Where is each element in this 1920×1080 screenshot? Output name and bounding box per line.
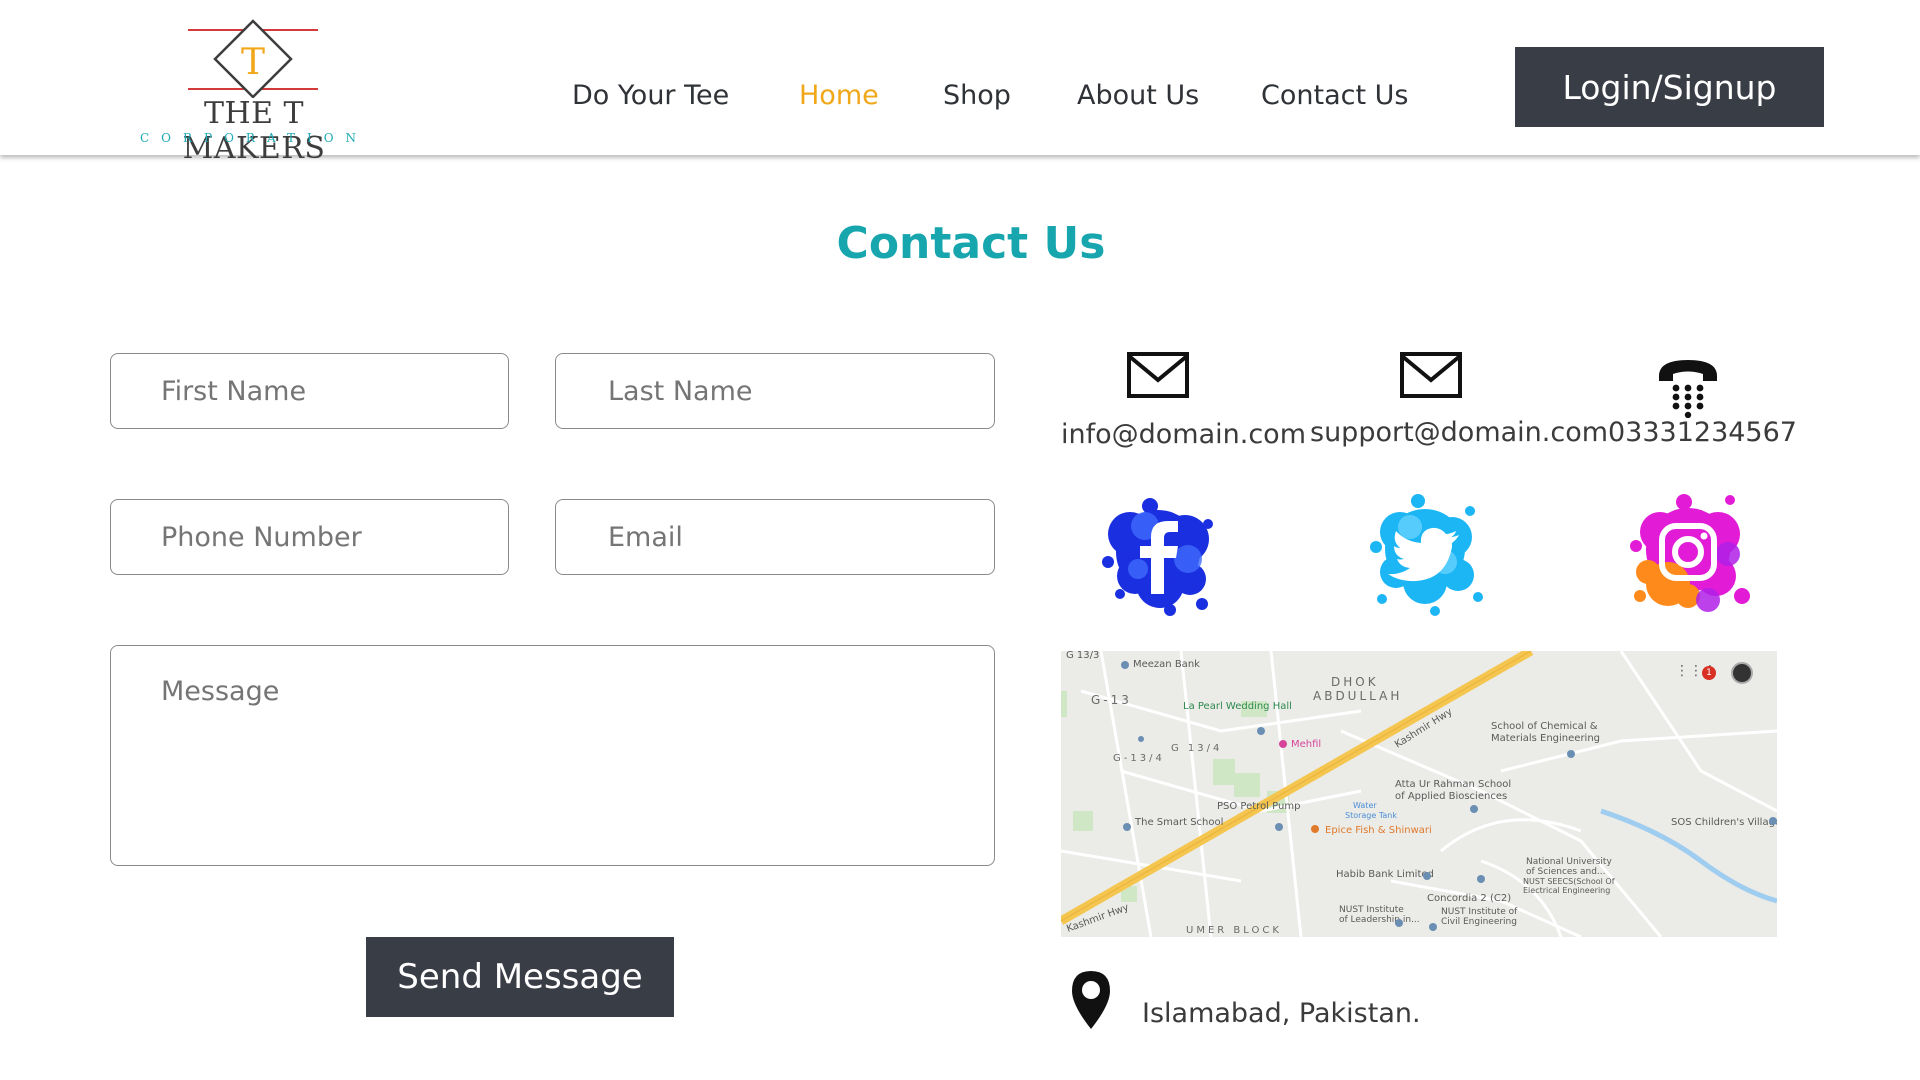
notification-badge[interactable]: 1: [1702, 666, 1716, 680]
address-text: Islamabad, Pakistan.: [1142, 998, 1421, 1029]
logo-diamond-icon: T: [188, 19, 318, 98]
phone-number-field[interactable]: Phone Number: [110, 499, 509, 575]
instagram-icon[interactable]: [1618, 484, 1760, 624]
brand-tagline: CORPORATION: [139, 131, 369, 145]
nav-item-home[interactable]: Home: [799, 80, 879, 111]
first-name-field[interactable]: First Name: [110, 353, 509, 429]
brand-logo[interactable]: T THE T MAKERS CORPORATION: [136, 18, 372, 166]
support-email-text[interactable]: support@domain.com: [1310, 417, 1608, 448]
message-field[interactable]: Message: [110, 645, 995, 866]
send-message-button[interactable]: Send Message: [366, 937, 674, 1017]
info-email-text[interactable]: info@domain.com: [1061, 419, 1306, 450]
site-header: T THE T MAKERS CORPORATION Do Your Tee H…: [0, 0, 1920, 166]
login-signup-button[interactable]: Login/Signup: [1515, 47, 1824, 127]
avatar[interactable]: [1731, 662, 1753, 684]
telephone-icon: [1655, 354, 1721, 422]
nav-item-contact-us[interactable]: Contact Us: [1261, 80, 1408, 111]
last-name-field[interactable]: Last Name: [555, 353, 995, 429]
twitter-icon[interactable]: [1360, 487, 1490, 621]
nav-item-do-your-tee[interactable]: Do Your Tee: [572, 80, 729, 111]
page-title: Contact Us: [836, 218, 1106, 269]
phone-number-text[interactable]: 03331234567: [1608, 417, 1797, 448]
envelope-icon: [1400, 352, 1462, 402]
nav-item-shop[interactable]: Shop: [943, 80, 1011, 111]
logo-letter: T: [241, 42, 265, 83]
facebook-icon[interactable]: [1090, 484, 1226, 624]
location-map[interactable]: G 13/3 Meezan Bank G-13 DHOK ABDULLAH La…: [1061, 651, 1777, 937]
envelope-icon: [1127, 352, 1189, 402]
email-field[interactable]: Email: [555, 499, 995, 575]
location-pin-icon: [1070, 969, 1112, 1035]
map-pins: [1121, 661, 1777, 931]
nav-item-about-us[interactable]: About Us: [1077, 80, 1199, 111]
